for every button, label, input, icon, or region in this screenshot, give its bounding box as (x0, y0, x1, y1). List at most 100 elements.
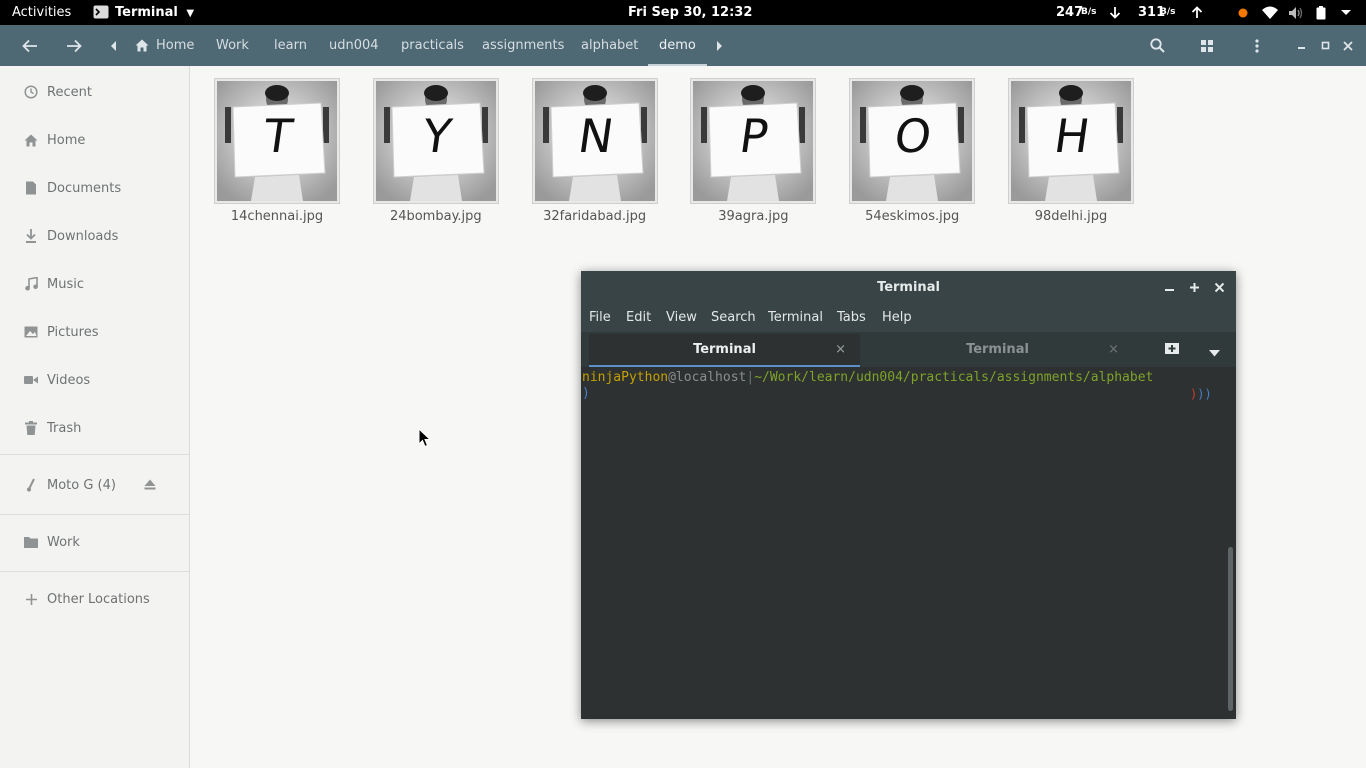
app-menu-button[interactable]: Terminal ▼ (115, 0, 194, 25)
files-header-bar: Home Work learn udn004 practicals assign… (0, 25, 1366, 66)
sign-letter: Y (418, 109, 455, 163)
close-icon (1343, 40, 1353, 51)
close-icon (1214, 282, 1225, 293)
breadcrumb-practicals[interactable]: practicals (401, 25, 464, 66)
tab-close-icon[interactable]: × (835, 334, 846, 365)
battery-icon[interactable] (1316, 6, 1326, 20)
minimize-button[interactable] (1294, 25, 1308, 66)
tab-close-icon[interactable]: × (1108, 334, 1119, 365)
menu-file[interactable]: File (589, 304, 611, 332)
new-tab-button[interactable] (1164, 341, 1180, 359)
breadcrumb-home[interactable]: Home (156, 25, 194, 66)
grid-icon (1201, 39, 1213, 52)
sidebar-item-work[interactable]: Work (0, 525, 189, 559)
system-menu-chevron-icon[interactable] (1340, 5, 1352, 19)
back-button[interactable] (18, 25, 42, 66)
sidebar-item-label: Moto G (4) (47, 477, 116, 493)
breadcrumb-udn004[interactable]: udn004 (329, 25, 379, 66)
sidebar-item-home[interactable]: Home (0, 123, 189, 157)
file-name: 14chennai.jpg (230, 209, 324, 224)
menu-help[interactable]: Help (882, 304, 912, 332)
file-item[interactable]: N 32faridabad.jpg (530, 78, 660, 228)
chevron-down-icon (1209, 350, 1220, 357)
sidebar-item-pictures[interactable]: Pictures (0, 315, 189, 349)
trash-icon (24, 421, 38, 435)
prompt-right-marks: ))) (1190, 387, 1212, 401)
menu-search[interactable]: Search (711, 304, 756, 332)
sidebar-item-videos[interactable]: Videos (0, 363, 189, 397)
arrow-left-icon (22, 39, 37, 52)
sidebar-item-downloads[interactable]: Downloads (0, 219, 189, 253)
sidebar-item-trash[interactable]: Trash (0, 411, 189, 445)
clock-icon (24, 85, 38, 99)
places-sidebar: Recent Home Documents Downloads Music Pi… (0, 66, 190, 768)
sign-letter: N (574, 109, 617, 163)
home-icon[interactable] (134, 25, 150, 66)
prompt-path: ~/Work/learn/udn004/practicals/assignmen… (754, 370, 1154, 385)
menu-edit[interactable]: Edit (626, 304, 651, 332)
menu-tabs[interactable]: Tabs (837, 304, 866, 332)
path-scroll-right-button[interactable] (713, 25, 725, 66)
terminal-tab[interactable]: Terminal × (862, 334, 1133, 367)
new-tab-icon (1165, 343, 1179, 354)
terminal-output[interactable]: ninjaPython@localhost|~/Work/learn/udn00… (581, 367, 1236, 719)
file-item[interactable]: Y 24bombay.jpg (371, 78, 501, 228)
file-item[interactable]: O 54eskimos.jpg (847, 78, 977, 228)
close-button[interactable] (1341, 25, 1355, 66)
sign-letter: H (1050, 109, 1094, 163)
prompt-line: ninjaPython@localhost|~/Work/learn/udn00… (582, 370, 1153, 386)
music-note-icon (24, 277, 38, 291)
sidebar-item-documents[interactable]: Documents (0, 171, 189, 205)
prompt-at: @ (668, 370, 676, 385)
caret-left-icon (111, 40, 116, 51)
file-thumbnail: P (690, 78, 817, 204)
sidebar-item-label: Work (47, 534, 80, 550)
menu-terminal[interactable]: Terminal (768, 304, 823, 332)
menu-view[interactable]: View (666, 304, 697, 332)
mouse-cursor-icon (418, 427, 432, 452)
breadcrumb-work[interactable]: Work (216, 25, 249, 66)
path-scroll-left-button[interactable] (108, 25, 120, 66)
download-icon (24, 229, 38, 243)
terminal-window[interactable]: Terminal File Edit View Search Terminal … (581, 271, 1236, 719)
view-grid-button[interactable] (1199, 25, 1215, 66)
sidebar-separator (0, 454, 189, 455)
breadcrumb-learn[interactable]: learn (274, 25, 307, 66)
file-item[interactable]: H 98delhi.jpg (1006, 78, 1136, 228)
breadcrumb-demo[interactable]: demo (648, 25, 707, 66)
eject-icon[interactable] (144, 479, 158, 491)
sidebar-item-music[interactable]: Music (0, 267, 189, 301)
tab-label: Terminal (693, 342, 756, 357)
clock[interactable]: Fri Sep 30, 12:32 (628, 0, 752, 25)
terminal-titlebar[interactable]: Terminal (581, 271, 1236, 304)
search-icon (1149, 38, 1165, 53)
forward-button[interactable] (62, 25, 86, 66)
file-item[interactable]: P 39agra.jpg (688, 78, 818, 228)
terminal-scrollbar[interactable] (1228, 547, 1233, 711)
sidebar-item-label: Other Locations (47, 591, 150, 607)
breadcrumb-alphabet[interactable]: alphabet (581, 25, 638, 66)
sign-letter: P (736, 109, 773, 163)
arrow-down-icon (1109, 6, 1121, 20)
prompt-user: ninjaPython (582, 370, 669, 385)
terminal-tab-active[interactable]: Terminal × (589, 334, 860, 367)
tab-list-button[interactable] (1209, 346, 1220, 361)
menu-button[interactable] (1250, 25, 1264, 66)
sidebar-item-other-locations[interactable]: Other Locations (0, 582, 189, 616)
wifi-icon[interactable] (1262, 6, 1278, 20)
prompt-caret: ) (582, 386, 590, 401)
terminal-tabbar: Terminal × Terminal × (581, 332, 1236, 367)
maximize-button[interactable] (1318, 25, 1332, 66)
file-item[interactable]: T 14chennai.jpg (212, 78, 342, 228)
folder-icon (24, 535, 38, 549)
file-thumbnail: N (531, 78, 658, 204)
volume-icon[interactable] (1288, 6, 1304, 20)
file-thumbnail: T (214, 78, 340, 204)
activities-button[interactable]: Activities (12, 0, 71, 25)
document-icon (24, 181, 38, 195)
search-button[interactable] (1148, 25, 1166, 66)
sidebar-item-recent[interactable]: Recent (0, 75, 189, 109)
sidebar-item-device[interactable]: Moto G (4) (0, 468, 189, 502)
breadcrumb-assignments[interactable]: assignments (482, 25, 564, 66)
notification-dot-icon[interactable] (1238, 8, 1248, 18)
